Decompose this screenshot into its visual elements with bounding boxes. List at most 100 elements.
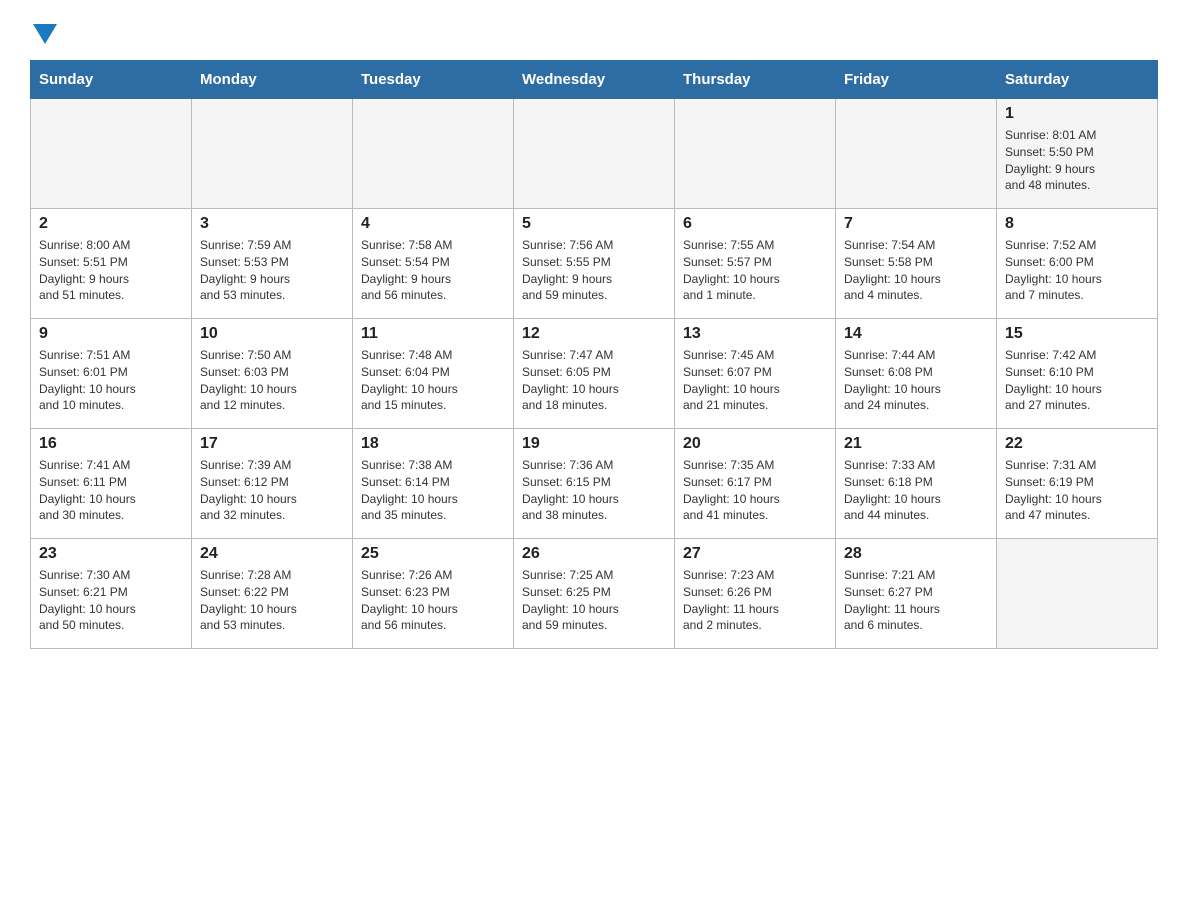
calendar-cell: 22 Sunrise: 7:31 AM Sunset: 6:19 PM Dayli… xyxy=(997,429,1158,539)
weekday-header-wednesday: Wednesday xyxy=(514,61,675,99)
day-number: 25 xyxy=(361,545,505,563)
day-info: Sunrise: 7:38 AM Sunset: 6:14 PM Dayligh… xyxy=(361,457,505,524)
day-number: 12 xyxy=(522,325,666,343)
day-number: 2 xyxy=(39,215,183,233)
calendar-cell xyxy=(31,99,192,209)
calendar-cell: 14 Sunrise: 7:44 AM Sunset: 6:08 PM Dayli… xyxy=(836,319,997,429)
calendar-cell: 7 Sunrise: 7:54 AM Sunset: 5:58 PM Daylig… xyxy=(836,209,997,319)
calendar-cell: 3 Sunrise: 7:59 AM Sunset: 5:53 PM Daylig… xyxy=(192,209,353,319)
calendar-cell: 8 Sunrise: 7:52 AM Sunset: 6:00 PM Daylig… xyxy=(997,209,1158,319)
calendar-cell: 5 Sunrise: 7:56 AM Sunset: 5:55 PM Daylig… xyxy=(514,209,675,319)
day-number: 24 xyxy=(200,545,344,563)
week-row-2: 2 Sunrise: 8:00 AM Sunset: 5:51 PM Daylig… xyxy=(31,209,1158,319)
day-number: 19 xyxy=(522,435,666,453)
day-info: Sunrise: 7:45 AM Sunset: 6:07 PM Dayligh… xyxy=(683,347,827,414)
day-info: Sunrise: 7:50 AM Sunset: 6:03 PM Dayligh… xyxy=(200,347,344,414)
day-info: Sunrise: 8:01 AM Sunset: 5:50 PM Dayligh… xyxy=(1005,127,1149,194)
calendar-cell: 2 Sunrise: 8:00 AM Sunset: 5:51 PM Daylig… xyxy=(31,209,192,319)
weekday-header-friday: Friday xyxy=(836,61,997,99)
week-row-1: 1 Sunrise: 8:01 AM Sunset: 5:50 PM Daylig… xyxy=(31,99,1158,209)
calendar-cell: 21 Sunrise: 7:33 AM Sunset: 6:18 PM Dayli… xyxy=(836,429,997,539)
calendar-cell: 28 Sunrise: 7:21 AM Sunset: 6:27 PM Dayli… xyxy=(836,539,997,649)
day-number: 16 xyxy=(39,435,183,453)
day-info: Sunrise: 7:55 AM Sunset: 5:57 PM Dayligh… xyxy=(683,237,827,304)
day-number: 13 xyxy=(683,325,827,343)
calendar-cell xyxy=(353,99,514,209)
week-row-5: 23 Sunrise: 7:30 AM Sunset: 6:21 PM Dayli… xyxy=(31,539,1158,649)
day-number: 20 xyxy=(683,435,827,453)
day-number: 23 xyxy=(39,545,183,563)
day-info: Sunrise: 7:41 AM Sunset: 6:11 PM Dayligh… xyxy=(39,457,183,524)
day-info: Sunrise: 7:39 AM Sunset: 6:12 PM Dayligh… xyxy=(200,457,344,524)
day-info: Sunrise: 7:35 AM Sunset: 6:17 PM Dayligh… xyxy=(683,457,827,524)
day-info: Sunrise: 7:25 AM Sunset: 6:25 PM Dayligh… xyxy=(522,567,666,634)
calendar-cell xyxy=(997,539,1158,649)
calendar-cell: 12 Sunrise: 7:47 AM Sunset: 6:05 PM Dayli… xyxy=(514,319,675,429)
calendar-cell: 16 Sunrise: 7:41 AM Sunset: 6:11 PM Dayli… xyxy=(31,429,192,539)
week-row-3: 9Sunrise: 7:51 AM Sunset: 6:01 PM Daylig… xyxy=(31,319,1158,429)
day-info: Sunrise: 7:48 AM Sunset: 6:04 PM Dayligh… xyxy=(361,347,505,414)
day-info: Sunrise: 7:42 AM Sunset: 6:10 PM Dayligh… xyxy=(1005,347,1149,414)
calendar-cell: 20 Sunrise: 7:35 AM Sunset: 6:17 PM Dayli… xyxy=(675,429,836,539)
day-info: Sunrise: 7:44 AM Sunset: 6:08 PM Dayligh… xyxy=(844,347,988,414)
page-header xyxy=(30,20,1158,40)
calendar-cell: 6 Sunrise: 7:55 AM Sunset: 5:57 PM Daylig… xyxy=(675,209,836,319)
day-info: Sunrise: 7:36 AM Sunset: 6:15 PM Dayligh… xyxy=(522,457,666,524)
day-info: Sunrise: 7:51 AM Sunset: 6:01 PM Dayligh… xyxy=(39,347,183,414)
day-number: 11 xyxy=(361,325,505,343)
day-number: 6 xyxy=(683,215,827,233)
calendar-cell: 26 Sunrise: 7:25 AM Sunset: 6:25 PM Dayli… xyxy=(514,539,675,649)
calendar-cell: 9Sunrise: 7:51 AM Sunset: 6:01 PM Daylig… xyxy=(31,319,192,429)
calendar-cell: 11 Sunrise: 7:48 AM Sunset: 6:04 PM Dayli… xyxy=(353,319,514,429)
calendar-cell xyxy=(514,99,675,209)
calendar-cell xyxy=(836,99,997,209)
day-number: 8 xyxy=(1005,215,1149,233)
day-info: Sunrise: 7:47 AM Sunset: 6:05 PM Dayligh… xyxy=(522,347,666,414)
day-info: Sunrise: 8:00 AM Sunset: 5:51 PM Dayligh… xyxy=(39,237,183,304)
calendar-cell: 19 Sunrise: 7:36 AM Sunset: 6:15 PM Dayli… xyxy=(514,429,675,539)
day-info: Sunrise: 7:56 AM Sunset: 5:55 PM Dayligh… xyxy=(522,237,666,304)
day-number: 18 xyxy=(361,435,505,453)
weekday-header-thursday: Thursday xyxy=(675,61,836,99)
calendar-cell: 17 Sunrise: 7:39 AM Sunset: 6:12 PM Dayli… xyxy=(192,429,353,539)
logo-triangle-icon xyxy=(33,24,57,44)
day-info: Sunrise: 7:23 AM Sunset: 6:26 PM Dayligh… xyxy=(683,567,827,634)
day-number: 17 xyxy=(200,435,344,453)
day-number: 7 xyxy=(844,215,988,233)
day-info: Sunrise: 7:54 AM Sunset: 5:58 PM Dayligh… xyxy=(844,237,988,304)
day-number: 14 xyxy=(844,325,988,343)
day-number: 22 xyxy=(1005,435,1149,453)
day-number: 27 xyxy=(683,545,827,563)
day-number: 4 xyxy=(361,215,505,233)
day-number: 10 xyxy=(200,325,344,343)
calendar-table: SundayMondayTuesdayWednesdayThursdayFrid… xyxy=(30,60,1158,649)
day-number: 21 xyxy=(844,435,988,453)
day-info: Sunrise: 7:59 AM Sunset: 5:53 PM Dayligh… xyxy=(200,237,344,304)
calendar-cell xyxy=(675,99,836,209)
day-info: Sunrise: 7:33 AM Sunset: 6:18 PM Dayligh… xyxy=(844,457,988,524)
day-info: Sunrise: 7:21 AM Sunset: 6:27 PM Dayligh… xyxy=(844,567,988,634)
day-number: 15 xyxy=(1005,325,1149,343)
logo xyxy=(30,20,57,40)
calendar-cell: 24Sunrise: 7:28 AM Sunset: 6:22 PM Dayli… xyxy=(192,539,353,649)
day-info: Sunrise: 7:31 AM Sunset: 6:19 PM Dayligh… xyxy=(1005,457,1149,524)
week-row-4: 16 Sunrise: 7:41 AM Sunset: 6:11 PM Dayli… xyxy=(31,429,1158,539)
calendar-cell: 27 Sunrise: 7:23 AM Sunset: 6:26 PM Dayli… xyxy=(675,539,836,649)
day-info: Sunrise: 7:30 AM Sunset: 6:21 PM Dayligh… xyxy=(39,567,183,634)
day-number: 5 xyxy=(522,215,666,233)
calendar-cell: 15 Sunrise: 7:42 AM Sunset: 6:10 PM Dayli… xyxy=(997,319,1158,429)
day-number: 1 xyxy=(1005,105,1149,123)
calendar-cell: 23 Sunrise: 7:30 AM Sunset: 6:21 PM Dayli… xyxy=(31,539,192,649)
weekday-header-sunday: Sunday xyxy=(31,61,192,99)
weekday-header-row: SundayMondayTuesdayWednesdayThursdayFrid… xyxy=(31,61,1158,99)
weekday-header-tuesday: Tuesday xyxy=(353,61,514,99)
day-number: 26 xyxy=(522,545,666,563)
calendar-cell: 4Sunrise: 7:58 AM Sunset: 5:54 PM Daylig… xyxy=(353,209,514,319)
calendar-cell: 13 Sunrise: 7:45 AM Sunset: 6:07 PM Dayli… xyxy=(675,319,836,429)
day-info: Sunrise: 7:52 AM Sunset: 6:00 PM Dayligh… xyxy=(1005,237,1149,304)
day-number: 3 xyxy=(200,215,344,233)
calendar-cell xyxy=(192,99,353,209)
calendar-cell: 18 Sunrise: 7:38 AM Sunset: 6:14 PM Dayli… xyxy=(353,429,514,539)
day-number: 28 xyxy=(844,545,988,563)
calendar-cell: 1 Sunrise: 8:01 AM Sunset: 5:50 PM Daylig… xyxy=(997,99,1158,209)
